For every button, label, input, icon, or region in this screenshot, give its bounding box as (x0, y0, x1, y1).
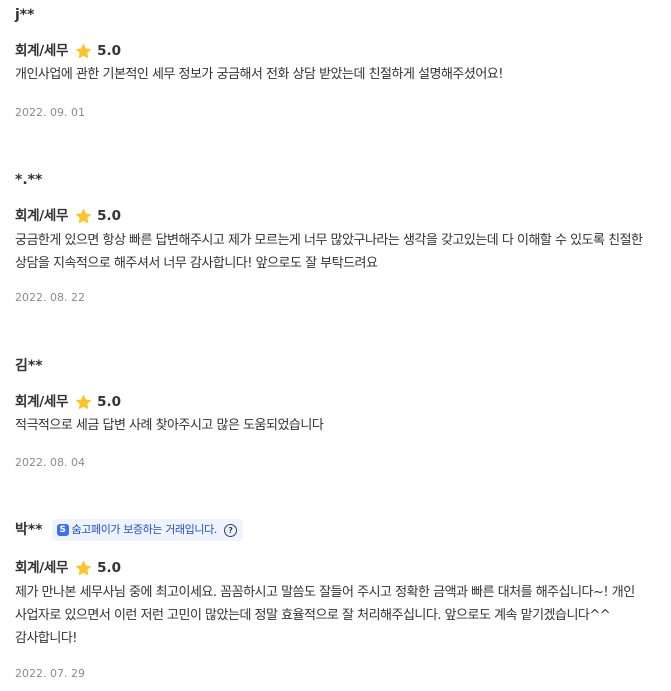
review-meta: 회계/세무 5.0 (15, 42, 121, 60)
review-date: 2022. 08. 22 (15, 291, 85, 304)
review-author: 김** (15, 358, 43, 374)
review-rating: 5.0 (97, 394, 122, 410)
soomgo-pay-icon: S (56, 524, 69, 536)
review-author: j** (15, 7, 35, 23)
payment-guarantee-badge[interactable]: S 숨고페이가 보증하는 거래입니다. ? (51, 519, 243, 541)
review-content: 개인사업에 관한 기본적인 세무 정보가 궁금해서 전화 상담 받았는데 친절하… (15, 67, 503, 82)
help-icon[interactable]: ? (223, 523, 237, 537)
review-date: 2022. 08. 04 (15, 456, 85, 469)
review-rating: 5.0 (97, 43, 122, 59)
star-icon (76, 208, 91, 223)
review-category: 회계/세무 (15, 394, 69, 410)
review-date: 2022. 07. 29 (15, 667, 85, 680)
review-date: 2022. 09. 01 (15, 106, 85, 119)
star-icon (76, 560, 91, 575)
review-content: 적극적으로 세금 답변 사례 찾아주시고 많은 도움되었습니다 (15, 418, 324, 433)
review-category: 회계/세무 (15, 208, 69, 224)
review-meta: 회계/세무 5.0 (15, 207, 121, 225)
review-meta: 회계/세무 5.0 (15, 393, 121, 411)
review-content: 궁금한게 있으면 항상 빠른 답변해주시고 제가 모르는게 너무 많았구나라는 … (15, 233, 643, 271)
review-author: *.** (15, 172, 43, 188)
star-icon (76, 394, 91, 409)
review-meta: 회계/세무 5.0 (15, 559, 121, 577)
guarantee-text: 숨고페이가 보증하는 거래입니다. (71, 523, 218, 536)
review-category: 회계/세무 (15, 560, 69, 576)
review-author: 박** (15, 522, 43, 538)
review-rating: 5.0 (97, 208, 122, 224)
review-rating: 5.0 (97, 560, 122, 576)
review-content: 제가 만나본 세무사님 중에 최고이세요. 꼼꼼하시고 말씀도 잘들어 주시고 … (15, 585, 635, 646)
star-icon (76, 43, 91, 58)
review-author-row: 박** S 숨고페이가 보증하는 거래입니다. ? (15, 519, 243, 541)
review-category: 회계/세무 (15, 43, 69, 59)
